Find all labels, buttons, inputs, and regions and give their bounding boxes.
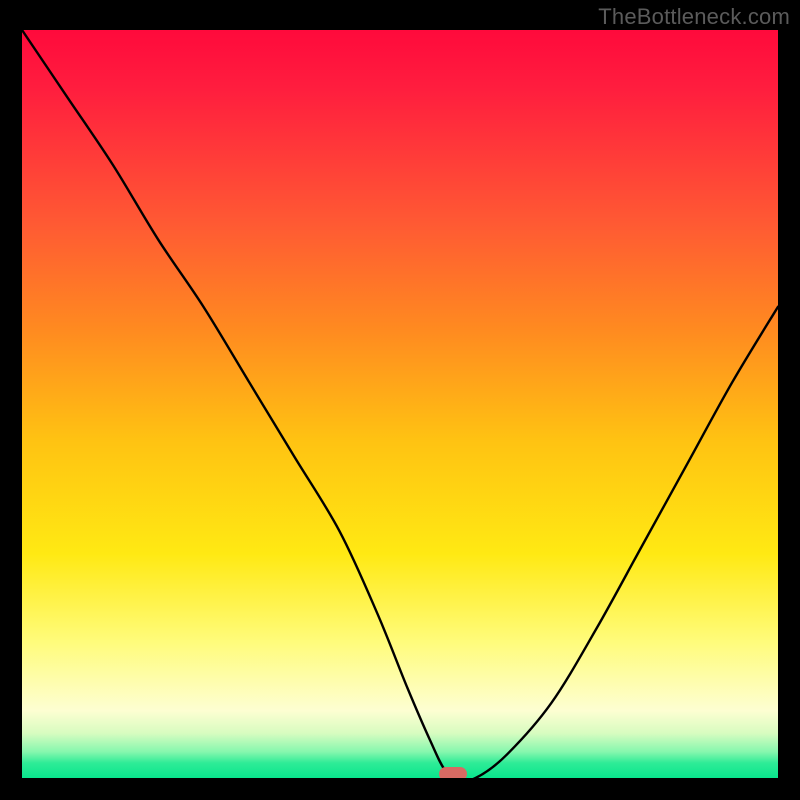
watermark-text: TheBottleneck.com	[598, 4, 790, 30]
bottleneck-curve	[22, 30, 778, 778]
optimal-marker	[439, 767, 467, 778]
chart-frame: TheBottleneck.com	[0, 0, 800, 800]
plot-area	[22, 30, 778, 778]
